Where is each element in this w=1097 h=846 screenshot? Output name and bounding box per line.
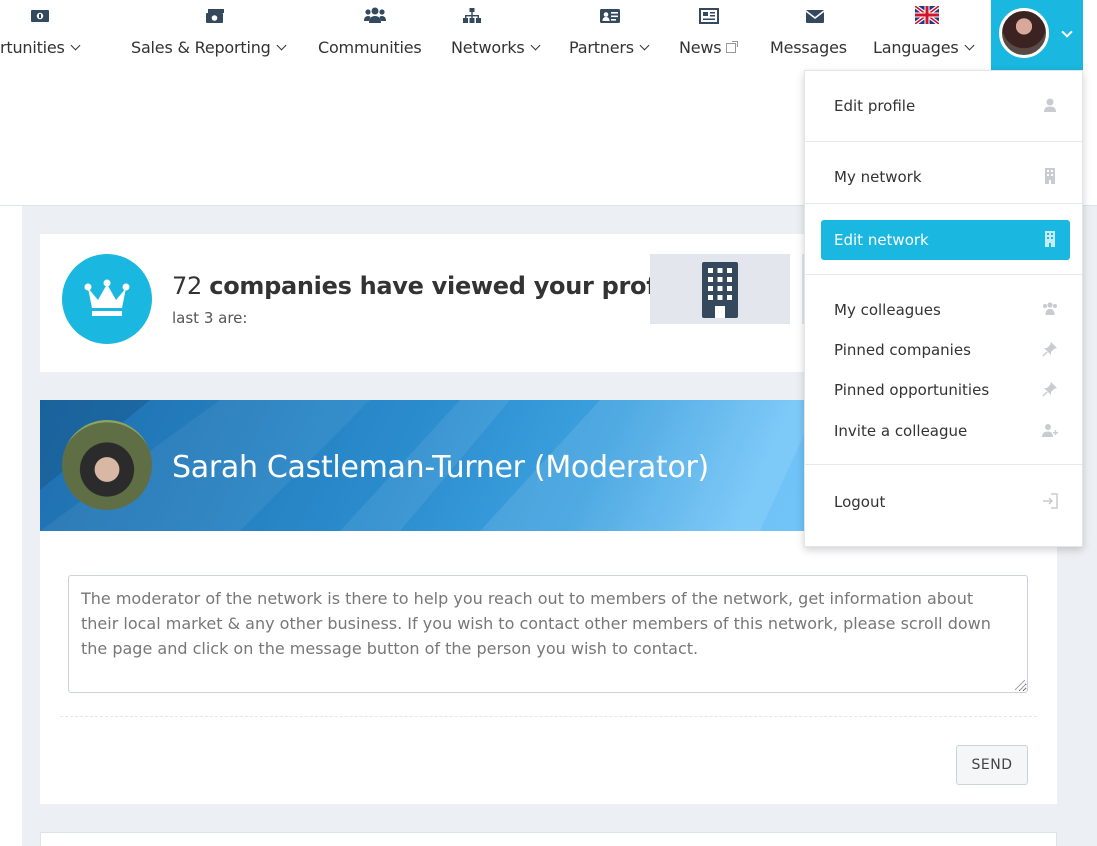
top-navigation: rtunities Sales & Reporting Communities … [0, 0, 1097, 70]
nav-messages[interactable]: Messages [770, 0, 860, 70]
company-thumbnail[interactable] [650, 254, 790, 324]
building-icon [702, 262, 738, 318]
money-icon [31, 10, 49, 22]
message-textarea[interactable]: The moderator of the network is there to… [68, 575, 1028, 693]
nav-label: Languages [873, 38, 959, 57]
nav-languages[interactable]: Languages [873, 0, 985, 70]
pin-icon [1042, 382, 1057, 397]
building-icon [1045, 231, 1055, 247]
sign-out-icon [1043, 493, 1058, 509]
user-icon [1044, 98, 1056, 112]
nav-label: Sales & Reporting [131, 38, 271, 57]
menu-pinned-opportunities[interactable]: Pinned opportunities [821, 370, 1070, 410]
user-menu-toggle[interactable] [991, 0, 1083, 70]
chevron-down-icon [70, 40, 81, 51]
nav-news[interactable]: News [679, 0, 759, 70]
crown-badge [62, 254, 152, 344]
resize-handle[interactable] [1015, 680, 1025, 690]
menu-edit-profile[interactable]: Edit profile [821, 86, 1070, 126]
moderator-name: Sarah Castleman-Turner (Moderator) [172, 450, 709, 485]
chevron-down-icon [639, 40, 650, 51]
nav-label: Messages [770, 38, 847, 57]
menu-logout[interactable]: Logout [821, 482, 1070, 522]
profile-views-title: 72 companies have viewed your profile [172, 272, 689, 300]
menu-separator [805, 464, 1082, 465]
user-plus-icon [1042, 424, 1058, 437]
nav-networks[interactable]: Networks [451, 0, 561, 70]
crown-icon [84, 279, 130, 316]
users-icon [1043, 302, 1057, 315]
chevron-down-icon [276, 40, 287, 51]
nav-partners[interactable]: Partners [569, 0, 664, 70]
menu-invite-colleague[interactable]: Invite a colleague [821, 411, 1070, 451]
divider [60, 716, 1037, 717]
newspaper-icon [699, 8, 719, 24]
nav-label: Partners [569, 38, 634, 57]
next-card [40, 832, 1057, 846]
user-dropdown-menu: Edit profile My network Edit network My … [804, 70, 1083, 547]
address-card-icon [600, 9, 620, 23]
envelope-icon [805, 10, 825, 23]
nav-label: Communities [318, 38, 422, 57]
views-subtitle: last 3 are: [172, 309, 248, 327]
menu-separator [805, 141, 1082, 142]
menu-item-label: Edit profile [834, 97, 916, 115]
nav-sales-reporting[interactable]: Sales & Reporting [130, 0, 310, 70]
nav-communities[interactable]: Communities [318, 0, 438, 70]
menu-my-network[interactable]: My network [821, 157, 1070, 197]
menu-item-label: My network [834, 168, 922, 186]
nav-label: Networks [451, 38, 525, 57]
uk-flag-icon [915, 6, 939, 24]
moderator-avatar [62, 420, 152, 510]
menu-item-label: Pinned companies [834, 341, 971, 359]
menu-pinned-companies[interactable]: Pinned companies [821, 330, 1070, 370]
send-button[interactable]: SEND [956, 745, 1028, 785]
nav-opportunities[interactable]: rtunities [0, 0, 125, 70]
menu-separator [805, 203, 1082, 204]
menu-edit-network[interactable]: Edit network [821, 220, 1070, 260]
menu-separator [805, 274, 1082, 275]
menu-item-label: Pinned opportunities [834, 381, 990, 399]
menu-item-label: My colleagues [834, 301, 941, 319]
nav-label: News [679, 38, 722, 57]
sitemap-icon [463, 8, 481, 23]
cash-icon [206, 9, 224, 23]
menu-item-label: Logout [834, 493, 886, 511]
chevron-down-icon [1061, 26, 1073, 38]
users-icon [364, 7, 386, 23]
views-count: 72 [172, 272, 202, 300]
chevron-down-icon [530, 40, 540, 51]
views-text: companies have viewed your profile [209, 272, 689, 300]
external-link-icon [726, 41, 739, 53]
menu-item-label: Edit network [834, 231, 929, 249]
nav-label: rtunities [0, 38, 65, 57]
chevron-down-icon [964, 40, 974, 51]
menu-my-colleagues[interactable]: My colleagues [821, 290, 1070, 330]
pin-icon [1042, 342, 1057, 357]
building-icon [1045, 168, 1055, 184]
avatar [999, 8, 1049, 58]
menu-item-label: Invite a colleague [834, 422, 968, 440]
